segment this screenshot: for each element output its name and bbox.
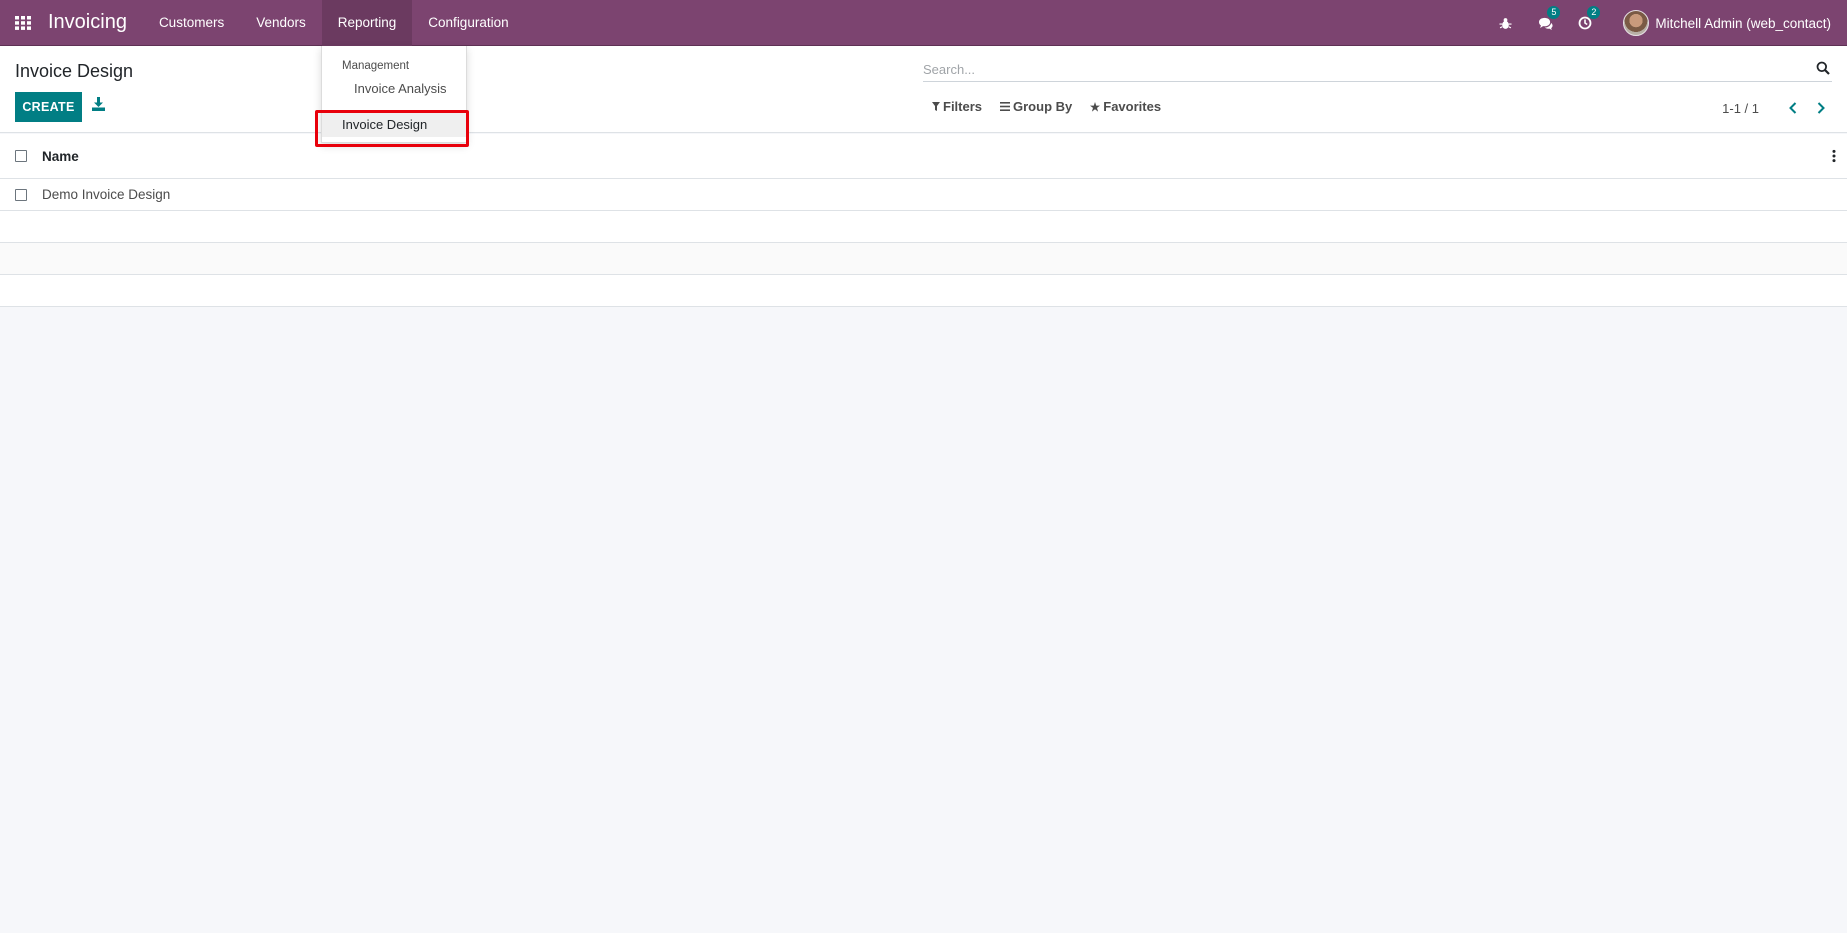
activities-count-badge: 2	[1587, 6, 1601, 19]
pager: 1-1 / 1	[1722, 98, 1831, 118]
pager-previous-button[interactable]	[1783, 98, 1803, 118]
row-checkbox[interactable]	[15, 188, 27, 201]
menu-reporting[interactable]: Reporting	[321, 0, 413, 46]
user-menu[interactable]: Mitchell Admin (web_contact)	[1623, 10, 1831, 36]
debug-toggle[interactable]	[1497, 15, 1513, 31]
systray: 5 2 Mitchell Admin (web_contact)	[1473, 0, 1831, 46]
group-by-label: Group By	[1013, 99, 1073, 114]
list-view: Name Demo Invoice Design	[0, 134, 1847, 307]
filter-icon	[932, 102, 940, 111]
grid-icon	[15, 15, 31, 30]
messages-button[interactable]: 5	[1537, 6, 1561, 31]
group-by-button[interactable]: Group By	[1000, 99, 1072, 114]
chevron-right-icon	[1817, 102, 1825, 114]
list-header: Name	[0, 134, 1847, 179]
filters-button[interactable]: Filters	[932, 99, 982, 114]
activities-button[interactable]: 2	[1577, 6, 1601, 31]
menu-item-invoice-design[interactable]: Invoice Design	[322, 112, 466, 137]
control-panel: Invoice Design CREATE Filters Group By	[0, 46, 1847, 133]
empty-row	[0, 211, 1847, 243]
search-bar	[923, 58, 1832, 82]
empty-row	[0, 275, 1847, 307]
select-all-checkbox[interactable]	[15, 150, 27, 162]
table-row[interactable]: Demo Invoice Design	[0, 179, 1847, 211]
menu-customers[interactable]: Customers	[143, 0, 240, 46]
menu-vendors[interactable]: Vendors	[240, 0, 322, 46]
star-icon	[1090, 101, 1101, 112]
bars-icon	[1000, 102, 1011, 111]
empty-row	[0, 243, 1847, 275]
pager-value[interactable]: 1-1 / 1	[1722, 101, 1759, 116]
export-button[interactable]	[92, 97, 108, 115]
optional-columns-icon[interactable]	[1831, 149, 1837, 163]
bug-icon	[1499, 17, 1512, 29]
app-title[interactable]: Invoicing	[48, 11, 127, 34]
pager-next-button[interactable]	[1811, 98, 1831, 118]
menu-configuration[interactable]: Configuration	[412, 0, 524, 46]
reporting-dropdown: Management Invoice Analysis Invoice Desi…	[321, 46, 467, 143]
apps-menu-button[interactable]	[0, 0, 46, 46]
search-button[interactable]	[1816, 61, 1832, 77]
dropdown-section-header: Management	[342, 60, 410, 72]
search-icon	[1816, 61, 1830, 75]
filters-label: Filters	[943, 99, 983, 114]
favorites-label: Favorites	[1103, 99, 1162, 114]
chevron-left-icon	[1789, 102, 1797, 114]
column-header-name[interactable]: Name	[42, 149, 79, 164]
avatar	[1623, 10, 1650, 36]
create-button[interactable]: CREATE	[15, 92, 82, 122]
search-input[interactable]	[923, 58, 1803, 80]
row-name-cell[interactable]: Demo Invoice Design	[42, 187, 170, 202]
download-icon	[92, 97, 105, 111]
main-navbar: Invoicing Customers Vendors Reporting Co…	[0, 0, 1847, 46]
search-options: Filters Group By Favorites	[932, 99, 1179, 114]
page-title[interactable]: Invoice Design	[15, 61, 133, 82]
user-name: Mitchell Admin (web_contact)	[1655, 15, 1831, 31]
menu-item-invoice-analysis[interactable]: Invoice Analysis	[354, 81, 447, 96]
favorites-button[interactable]: Favorites	[1090, 99, 1161, 114]
messages-count-badge: 5	[1547, 6, 1561, 19]
